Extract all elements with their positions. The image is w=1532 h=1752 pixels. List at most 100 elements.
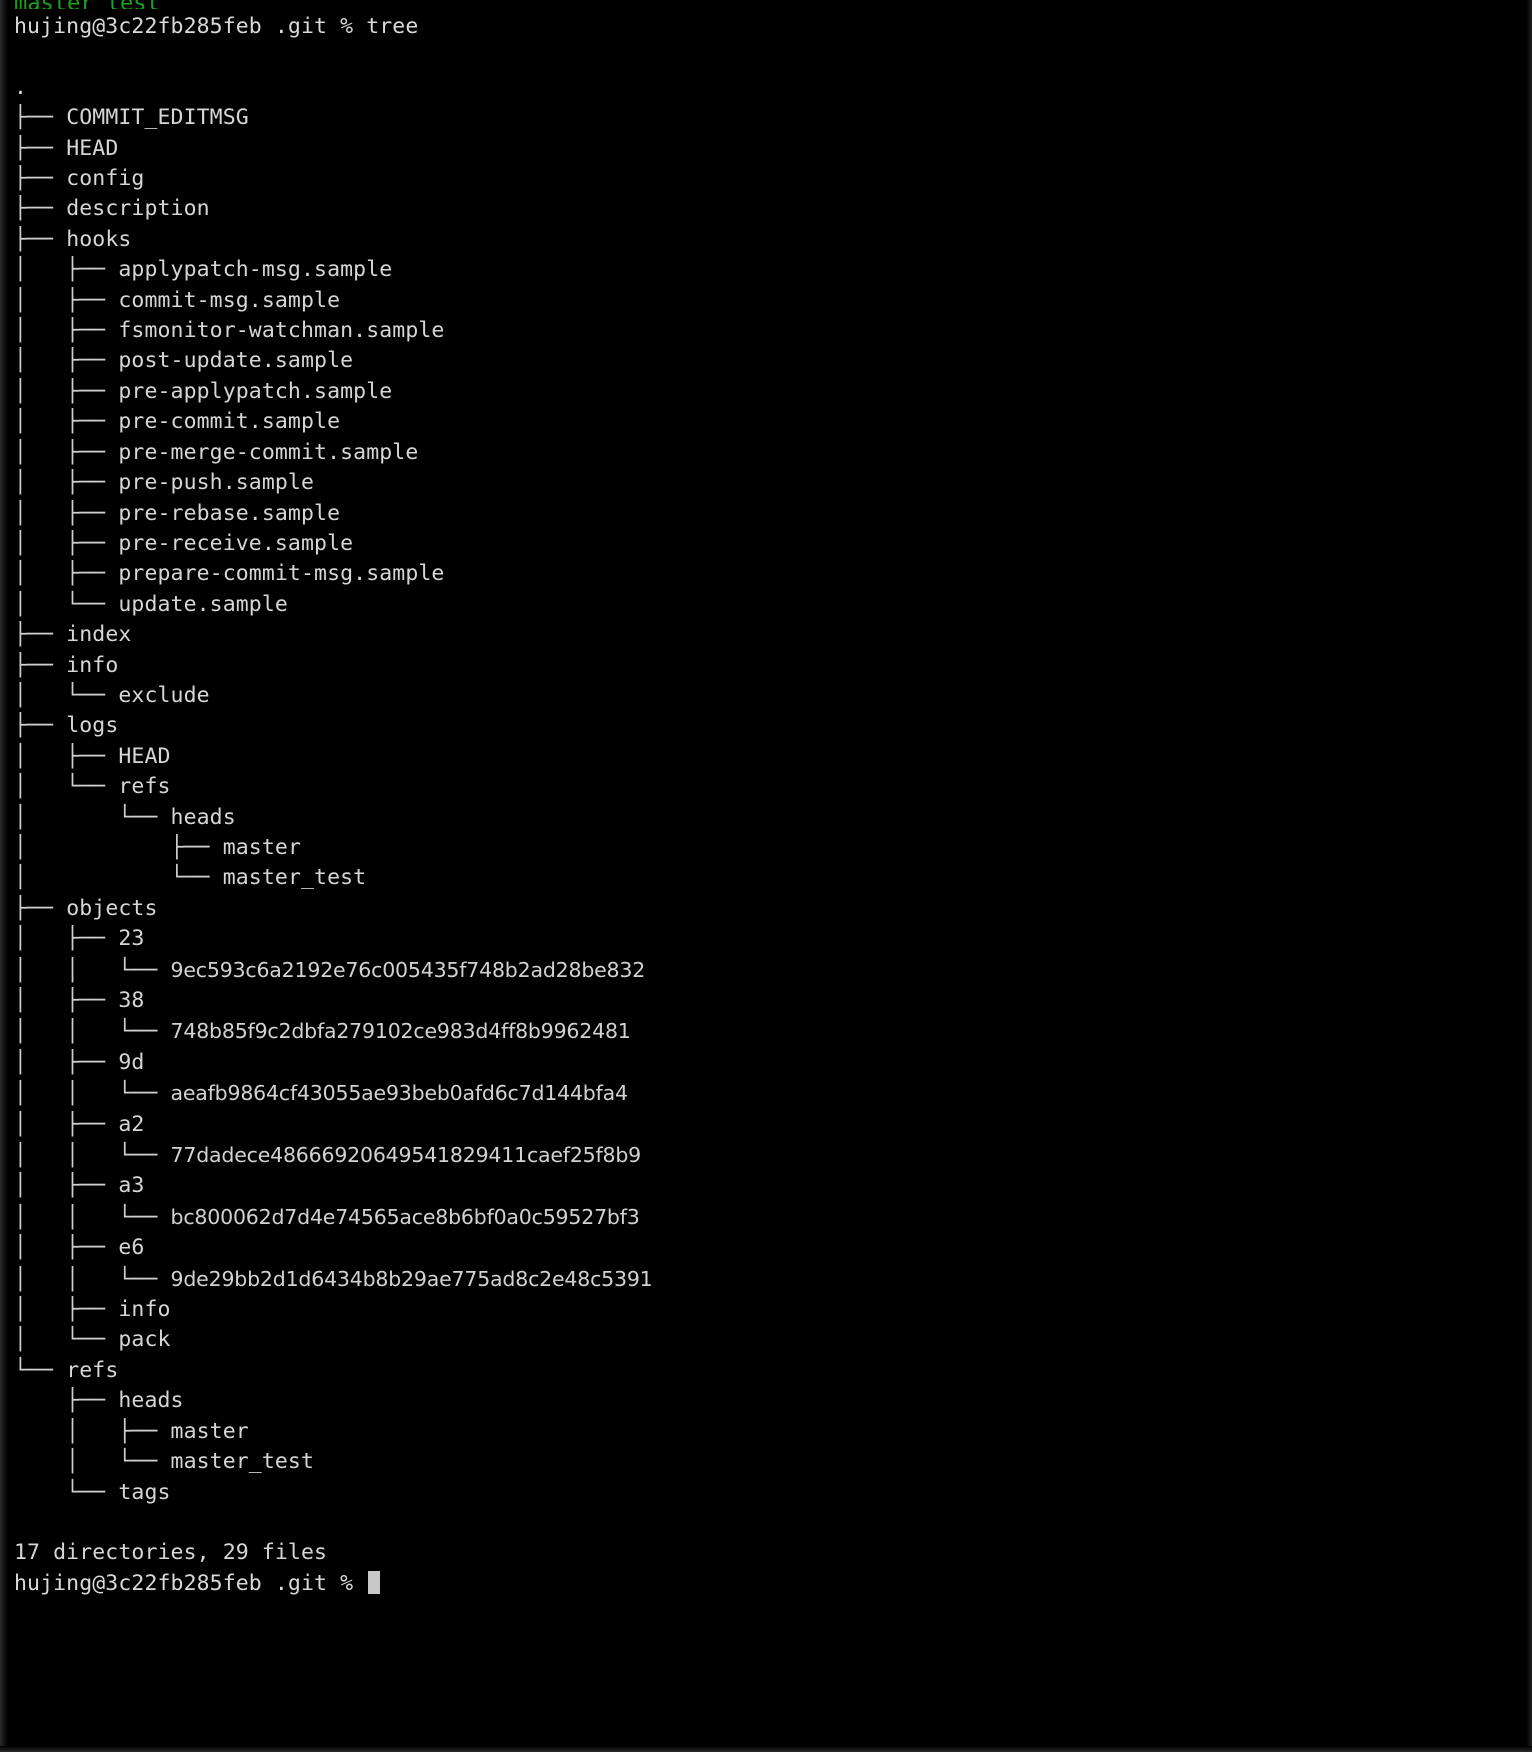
- tree-row: │ ├── 9d: [14, 1048, 1522, 1078]
- tree-entry-name: pre-push.sample: [118, 470, 315, 496]
- tree-branch-glyph: │ ├──: [14, 834, 223, 860]
- tree-branch-glyph: │ │ └──: [14, 1266, 171, 1292]
- tree-entry-name: prepare-commit-msg.sample: [118, 561, 445, 587]
- object-hash-entry: aeafb9864cf43055ae93beb0afd6c7d144bfa4: [170, 1081, 629, 1106]
- tree-entry-name: info: [118, 1297, 171, 1323]
- tree-branch-glyph: │ └──: [14, 865, 223, 891]
- tree-row: │ ├── a3: [14, 1171, 1522, 1201]
- tree-row: │ │ └── bc800062d7d4e74565ace8b6bf0a0c59…: [14, 1202, 1522, 1233]
- tree-row: │ ├── pre-merge-commit.sample: [14, 438, 1522, 468]
- tree-row: │ └── master_test: [14, 863, 1522, 893]
- tree-row: │ └── exclude: [14, 681, 1522, 711]
- text-cursor: [368, 1570, 381, 1594]
- tree-row: │ └── refs: [14, 772, 1522, 802]
- tree-entry-name: COMMIT_EDITMSG: [66, 105, 249, 131]
- tree-entry-name: 23: [118, 926, 145, 952]
- object-hash-entry: 77dadece48666920649541829411caef25f8b9: [170, 1143, 642, 1168]
- tree-summary: 17 directories, 29 files: [14, 1540, 328, 1566]
- tree-row: ├── objects: [14, 894, 1522, 924]
- tree-row: │ ├── prepare-commit-msg.sample: [14, 559, 1522, 589]
- tree-output: . ├── COMMIT_EDITMSG ├── HEAD ├── config ├──…: [14, 73, 1522, 1508]
- tree-row: │ ├── pre-commit.sample: [14, 407, 1522, 437]
- tree-entry-name: refs: [118, 774, 171, 800]
- window-left-edge: [0, 0, 8, 1752]
- tree-branch-glyph: │ ├──: [14, 926, 119, 952]
- window-right-edge: [1526, 0, 1532, 1752]
- tree-row: │ │ └── 77dadece48666920649541829411caef…: [14, 1140, 1522, 1171]
- tree-branch-glyph: │ ├──: [14, 1418, 171, 1444]
- tree-branch-glyph: │ └──: [14, 774, 119, 800]
- tree-entry-name: update.sample: [118, 591, 288, 617]
- tree-branch-glyph: │ ├──: [14, 1111, 119, 1137]
- final-prompt-text: hujing@3c22fb285feb .git %: [14, 1570, 367, 1596]
- tree-entry-name: hooks: [66, 226, 132, 252]
- tree-entry-name: master: [170, 1418, 249, 1444]
- tree-branch-glyph: │ ├──: [14, 1049, 119, 1075]
- tree-branch-glyph: │ │ └──: [14, 1019, 171, 1045]
- tree-entry-name: 9d: [118, 1049, 145, 1075]
- tree-row: │ ├── info: [14, 1295, 1522, 1325]
- tree-entry-name: pre-applypatch.sample: [118, 378, 393, 404]
- tree-branch-glyph: │ ├──: [14, 743, 119, 769]
- tree-row: │ ├── pre-rebase.sample: [14, 499, 1522, 529]
- tree-entry-name: pre-commit.sample: [118, 409, 341, 435]
- tree-entry-name: config: [66, 166, 145, 192]
- tree-row: ├── HEAD: [14, 134, 1522, 164]
- tree-row: │ ├── pre-push.sample: [14, 468, 1522, 498]
- tree-branch-glyph: │ │ └──: [14, 957, 171, 983]
- tree-entry-name: a3: [118, 1173, 145, 1199]
- tree-row: │ ├── pre-receive.sample: [14, 529, 1522, 559]
- tree-branch-glyph: │ ├──: [14, 470, 119, 496]
- tree-row: │ ├── master: [14, 1417, 1522, 1447]
- tree-row: ├── heads: [14, 1386, 1522, 1416]
- tree-entry-name: fsmonitor-watchman.sample: [118, 318, 445, 344]
- tree-entry-name: objects: [66, 895, 158, 921]
- tree-entry-name: pack: [118, 1327, 171, 1353]
- tree-entry-name: master: [222, 834, 301, 860]
- tree-row: ├── logs: [14, 711, 1522, 741]
- tree-entry-name: a2: [118, 1111, 145, 1137]
- tree-branch-glyph: │ ├──: [14, 988, 119, 1013]
- tree-branch-glyph: │ ├──: [14, 500, 119, 526]
- tree-entry-name: heads: [170, 804, 236, 830]
- tree-branch-glyph: │ ├──: [14, 561, 119, 587]
- tree-row: ├── index: [14, 620, 1522, 650]
- terminal-screen[interactable]: hujing@3c22fb285feb .git % tree . ├── COM…: [14, 12, 1522, 1752]
- tree-branch-glyph: │ ├──: [14, 348, 119, 374]
- tree-branch-glyph: │ ├──: [14, 1235, 119, 1261]
- tree-row: │ │ └── 9ec593c6a2192e76c005435f748b2ad2…: [14, 955, 1522, 986]
- tree-row: │ └── pack: [14, 1325, 1522, 1355]
- object-hash-entry: 748b85f9c2dbfa279102ce983d4ff8b9962481: [170, 1019, 631, 1044]
- tree-row: │ │ └── aeafb9864cf43055ae93beb0afd6c7d1…: [14, 1078, 1522, 1109]
- tree-branch-glyph: │ ├──: [14, 409, 119, 435]
- tree-entry-name: master_test: [170, 1449, 315, 1475]
- tree-branch-glyph: │ └──: [14, 1327, 119, 1353]
- tree-branch-glyph: │ ├──: [14, 257, 119, 283]
- tree-row: │ ├── fsmonitor-watchman.sample: [14, 316, 1522, 346]
- tree-row: │ ├── 38: [14, 986, 1522, 1016]
- tree-row: │ ├── commit-msg.sample: [14, 286, 1522, 316]
- terminal-window[interactable]: master_test hujing@3c22fb285feb .git % t…: [0, 0, 1532, 1752]
- tree-branch-glyph: │ ├──: [14, 530, 119, 556]
- tree-branch-glyph: │ └──: [14, 804, 171, 830]
- final-prompt-line[interactable]: hujing@3c22fb285feb .git %: [14, 1569, 1522, 1599]
- tree-entry-name: heads: [118, 1388, 184, 1414]
- tree-branch-glyph: ├──: [14, 622, 67, 648]
- tree-branch-glyph: │ ├──: [14, 1173, 119, 1199]
- tree-entry-name: tags: [118, 1479, 171, 1505]
- tree-entry-name: pre-rebase.sample: [118, 500, 341, 526]
- tree-entry-name: applypatch-msg.sample: [118, 257, 393, 283]
- tree-branch-glyph: │ ├──: [14, 287, 119, 313]
- tree-branch-glyph: ├──: [14, 166, 67, 192]
- command-prompt-line: hujing@3c22fb285feb .git % tree: [14, 14, 419, 39]
- tree-entry-name: description: [66, 196, 210, 222]
- tree-row: ├── info: [14, 651, 1522, 681]
- tree-branch-glyph: ├──: [14, 135, 67, 161]
- object-hash-entry: bc800062d7d4e74565ace8b6bf0a0c59527bf3: [170, 1204, 640, 1229]
- tree-entry-name: index: [66, 622, 132, 648]
- tree-entry-name: exclude: [118, 682, 210, 708]
- tree-branch-glyph: ├──: [14, 713, 67, 739]
- tree-row: ├── COMMIT_EDITMSG: [14, 103, 1522, 133]
